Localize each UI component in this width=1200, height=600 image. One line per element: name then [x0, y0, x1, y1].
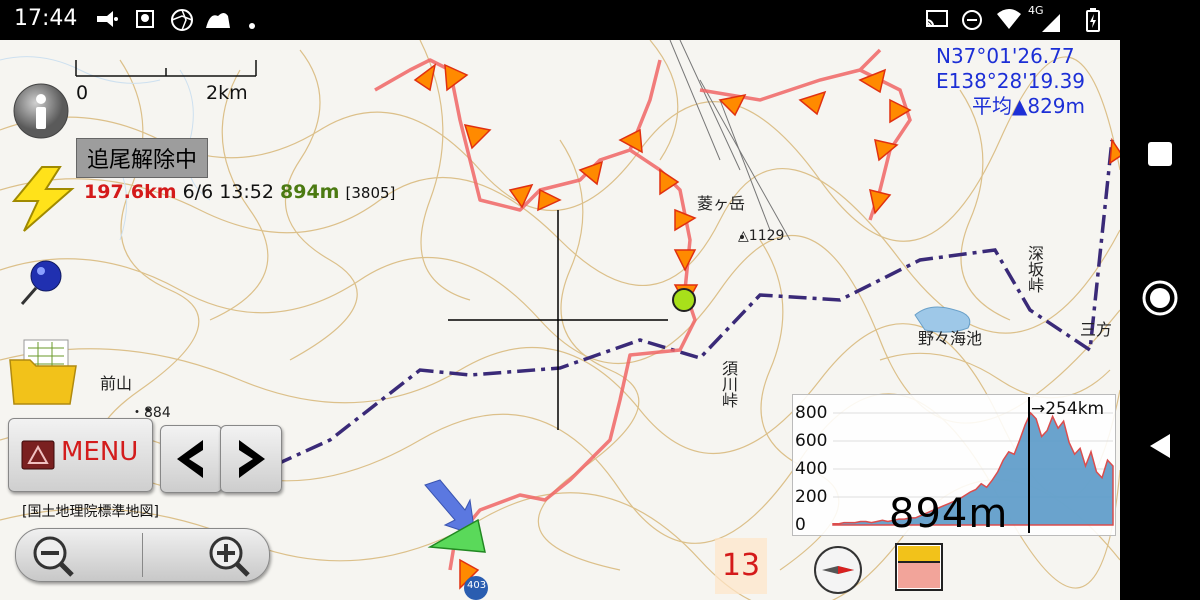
tracking-status: 追尾解除中 [76, 138, 209, 178]
track-datetime: 6/6 13:52 [182, 181, 274, 203]
current-position-marker [672, 288, 696, 312]
recents-button[interactable] [1146, 140, 1174, 168]
place-label-town: 三方 [1080, 320, 1113, 339]
cast-icon [924, 8, 950, 34]
scale-end-label: 2km [206, 82, 248, 104]
lightning-icon[interactable] [10, 165, 78, 233]
place-label-pond: 野々海池 [918, 329, 983, 348]
previous-button[interactable] [160, 425, 222, 493]
next-button[interactable] [220, 425, 282, 493]
menu-folder-icon [21, 440, 55, 470]
menu-button[interactable]: MENU [8, 418, 153, 492]
signal-4g-icon: 4G [1028, 4, 1060, 32]
track-distance: 197.6km [84, 181, 177, 203]
chevron-right-icon [239, 440, 265, 478]
wifi-icon [996, 8, 1022, 34]
place-label-peak1: △1129 [738, 228, 785, 244]
pin-icon[interactable] [18, 258, 66, 308]
dog-icon [204, 8, 232, 36]
chevron-left-icon [177, 440, 203, 478]
track-stats: 197.6km 6/6 13:52 894m [3805] [84, 181, 395, 203]
place-label-mountain1: 菱ヶ岳 [697, 194, 746, 213]
elev-distance-marker: →254km [1031, 399, 1105, 419]
track-point-count: [3805] [345, 184, 396, 202]
map-source-label: [国土地理院標準地図] [22, 504, 159, 520]
maps-notification-icon [134, 8, 156, 36]
menu-label: MENU [61, 437, 139, 467]
place-label-pass1: 須川峠 [719, 360, 738, 408]
compass-icon[interactable] [812, 544, 864, 596]
scale-start-label: 0 [76, 82, 89, 104]
zoom-out-button[interactable] [26, 533, 86, 579]
dot-icon [248, 15, 256, 34]
aperture-icon [170, 8, 194, 36]
layer-icon[interactable] [892, 542, 948, 594]
navigation-bar [1120, 40, 1200, 600]
average-altitude: 平均▲829m [971, 94, 1086, 118]
voicemail-icon [94, 8, 120, 34]
back-button[interactable] [1144, 430, 1176, 462]
longitude: E138°28'19.39 [936, 69, 1086, 93]
coordinate-readout: N37°01'26.77 E138°28'19.39 平均▲829m [936, 44, 1085, 119]
home-button[interactable] [1140, 278, 1180, 318]
status-bar: 17:44 4G [0, 0, 1200, 40]
zoom-in-button[interactable] [202, 533, 262, 579]
info-icon[interactable] [12, 82, 70, 140]
scale-bar [75, 60, 257, 77]
latitude: N37°01'26.77 [936, 44, 1075, 68]
crosshair [448, 210, 668, 430]
folder-icon[interactable] [8, 338, 78, 406]
elev-current-altitude: 894m [889, 491, 1009, 537]
zoom-control [15, 528, 270, 582]
zoom-level-indicator: 13 [715, 538, 767, 594]
place-label-pass2: 深坂峠 [1025, 245, 1044, 293]
dnd-icon [960, 8, 984, 36]
battery-charging-icon [1086, 8, 1100, 36]
track-altitude: 894m [280, 181, 340, 203]
elevation-profile[interactable]: 800 600 400 200 0 →254km 894m [792, 394, 1116, 537]
status-time: 17:44 [14, 6, 78, 31]
place-label-mountain2: 前山 [100, 374, 133, 393]
route-number: 403 [467, 580, 487, 591]
